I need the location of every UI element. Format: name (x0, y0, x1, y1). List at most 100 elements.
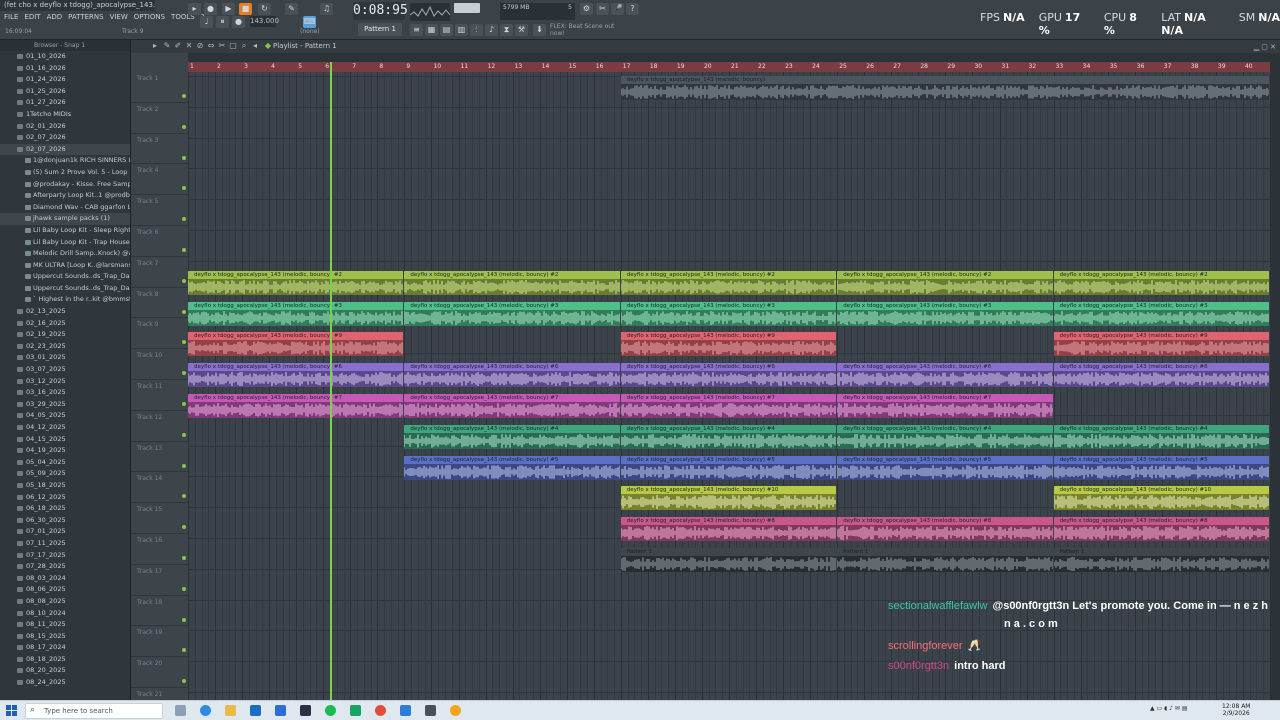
mixer-icon[interactable]: ♫ (320, 3, 333, 15)
playlist-clip[interactable]: deyflo x tdogg_apocalypse_143 (melodic, … (188, 270, 404, 295)
track-header[interactable]: Track 8 (131, 288, 188, 319)
slip-tool-icon[interactable]: ⇔ (207, 42, 215, 50)
mixer-view-icon[interactable]: ⫶ (470, 24, 483, 36)
browser-item[interactable]: 08_03_2024 (0, 573, 130, 585)
fl-studio-app-icon[interactable] (450, 705, 461, 716)
spotify-icon[interactable] (325, 705, 336, 716)
file-explorer-icon[interactable] (225, 705, 236, 716)
sheets-icon[interactable] (350, 705, 361, 716)
browser-item[interactable]: 1@donjuan1k RICH SINNERS LOOP KIT (0, 155, 130, 167)
playlist-clip[interactable]: deyflo x tdogg_apocalypse_143 (melodic, … (188, 301, 404, 326)
browser-item[interactable]: 1Tetcho MIDIs (0, 109, 130, 121)
track-mute-led[interactable] (182, 463, 186, 468)
track-header[interactable]: Track 2 (131, 103, 188, 134)
select-tool-icon[interactable]: ▢ (229, 42, 237, 50)
track-header[interactable]: Track 14 (131, 472, 188, 504)
browser-item[interactable]: 03_29_2025 (0, 399, 130, 411)
pat-song-toggle-icon[interactable]: ▸ (188, 3, 201, 15)
browser-item[interactable]: 02_07_2026 (0, 132, 130, 144)
browser-item[interactable]: ` Highest in the r..kit @bmmstagain (0, 294, 130, 306)
fl-studio-taskbar-icon[interactable] (425, 705, 436, 716)
playlist-clip[interactable]: Pattern 1 (620, 548, 837, 572)
playlist-clip[interactable]: deyflo x tdogg_apocalypse_143 (melodic, … (1053, 332, 1269, 357)
mute-tool-icon[interactable]: ⊘ (196, 42, 204, 50)
browser-item[interactable]: 07_01_2025 (0, 526, 130, 538)
edge-icon[interactable] (200, 705, 211, 716)
chat-username[interactable]: scrollingforever (888, 640, 963, 652)
browser-item[interactable]: 08_24_2025 (0, 677, 130, 689)
track-mute-led[interactable] (182, 494, 186, 499)
browser-item[interactable]: 01_10_2026 (0, 51, 130, 63)
track-mute-led[interactable] (182, 94, 186, 98)
browser-item[interactable]: 05_18_2025 (0, 480, 130, 492)
browser-item[interactable]: 05_09_2025 (0, 468, 130, 480)
track-header[interactable]: Track 16 (131, 534, 188, 565)
browser-item[interactable]: 03_07_2025 (0, 364, 130, 376)
playlist-clip[interactable]: deyflo x tdogg_apocalypse_143 (melodic, … (1053, 455, 1269, 480)
track-mute-led[interactable] (182, 679, 186, 684)
playlist-menu-icon[interactable]: ▸ (151, 42, 159, 50)
playlist-clip[interactable]: Pattern 1 (1053, 548, 1269, 572)
track-header[interactable]: Track 3 (131, 134, 188, 165)
playlist-clip[interactable]: deyflo x tdogg_apocalypse_143 (melodic, … (837, 517, 1053, 542)
playlist-clip[interactable]: deyflo x tdogg_apocalypse_143 (melodic, … (1053, 363, 1269, 388)
browser-item[interactable]: @prodakay - Kisse. Free Sample Pack (0, 179, 130, 191)
playlist-clip[interactable]: deyflo x tdogg_apocalypse_143 (melodic, … (404, 363, 620, 388)
taskbar-search-input[interactable]: Type here to search (25, 703, 163, 719)
browser-item[interactable]: 02_07_2026 (0, 143, 130, 156)
browser-item[interactable]: Uppercut Sounds..ds_Trap_Dark_mp3 (0, 283, 130, 295)
wait-icon[interactable]: ⏸ (216, 16, 229, 28)
track-mute-led[interactable] (182, 432, 186, 437)
browser-item[interactable]: 06_12_2025 (0, 492, 130, 504)
mail-icon[interactable] (250, 705, 261, 716)
track-mute-led[interactable] (182, 186, 186, 191)
menu-item-view[interactable]: VIEW (110, 13, 128, 24)
playlist-clip[interactable]: deyflo x tdogg_apocalypse_143 (melodic, … (404, 301, 620, 326)
browser-item[interactable]: 02_23_2025 (0, 341, 130, 353)
playlist-clip[interactable]: deyflo x tdogg_apocalypse_143 (melodic, … (837, 301, 1053, 326)
obs-icon[interactable] (300, 705, 311, 716)
playhead[interactable] (330, 62, 332, 700)
track-header[interactable]: Track 15 (131, 503, 188, 534)
download-icon[interactable]: ⬇ (533, 24, 546, 36)
loop-icon[interactable]: ↻ (258, 3, 271, 15)
slice-tool-icon[interactable]: ✂ (218, 42, 226, 50)
browser-item[interactable]: 08_20_2025 (0, 665, 130, 677)
playlist-clip[interactable]: deyflo x tdogg_apocalypse_143 (melodic, … (620, 517, 837, 542)
menu-item-file[interactable]: FILE (4, 13, 18, 24)
playlist-clip[interactable]: deyflo x tdogg_apocalypse_143 (melodic, … (620, 363, 837, 388)
browser-item[interactable]: (5) Sum 2 Prove Vol. 5 - Loop Kit (0, 167, 130, 179)
playlist-clip[interactable]: deyflo x tdogg_apocalypse_143 (melodic, … (620, 270, 837, 295)
playlist-clip[interactable]: deyflo x tdogg_apocalypse_143 (melodic, … (620, 301, 837, 326)
cut-icon[interactable]: ✂ (596, 3, 609, 15)
track-mute-led[interactable] (182, 617, 186, 622)
app-icon[interactable] (275, 705, 286, 716)
playlist-clip[interactable]: deyflo x tdogg_apocalypse_143 (melodic, … (837, 424, 1053, 449)
browser-item[interactable]: 06_18_2025 (0, 503, 130, 515)
browser-item[interactable]: 02_13_2025 (0, 306, 130, 318)
pattern-selector[interactable]: Pattern 1 (358, 23, 402, 36)
playlist-clip[interactable]: deyflo x tdogg_apocalypse_143 (melodic, … (620, 332, 837, 357)
tempo-display[interactable]: 143.000 (250, 16, 279, 27)
metronome-icon[interactable]: ♩ (200, 16, 213, 28)
chat-username[interactable]: s00nf0rgtt3n (888, 660, 949, 672)
menu-item-options[interactable]: OPTIONS (134, 13, 165, 24)
browser-item[interactable]: 08_11_2025 (0, 619, 130, 631)
browser-item[interactable]: 03_01_2025 (0, 352, 130, 364)
playlist-clip[interactable]: deyflo x tdogg_apocalypse_143 (melodic, … (404, 455, 620, 480)
window-controls[interactable]: ▁ ▢ ✕ (1254, 43, 1276, 51)
playlist-clip[interactable]: deyflo x tdogg_apocalypse_143 (melodic, … (837, 270, 1053, 295)
help-icon[interactable]: ? (626, 3, 639, 15)
settings-icon[interactable]: ⚙ (580, 3, 593, 15)
typing-keyboard-icon[interactable]: ⌨ (303, 16, 316, 28)
browser-item[interactable]: 08_08_2025 (0, 596, 130, 608)
browser-item[interactable]: 03_12_2025 (0, 376, 130, 388)
playlist-clip[interactable]: deyflo x tdogg_apocalypse_143 (melodic, … (1053, 517, 1269, 542)
playlist-clip[interactable]: deyflo x tdogg_apocalypse_143 (melodic, … (620, 455, 837, 480)
browser-item[interactable]: 07_28_2025 (0, 561, 130, 573)
browser-item[interactable]: 01_24_2026 (0, 74, 130, 86)
browser-item[interactable]: 04_12_2025 (0, 422, 130, 434)
timeline-ruler[interactable]: 1 2 3 4 5 6 7 8 9 10 11 12 13 14 15 16 17 18 19 20 21 22 23 24 2… (188, 62, 1270, 72)
browser-item[interactable]: 02_01_2026 (0, 121, 130, 133)
track-mute-led[interactable] (182, 217, 186, 222)
